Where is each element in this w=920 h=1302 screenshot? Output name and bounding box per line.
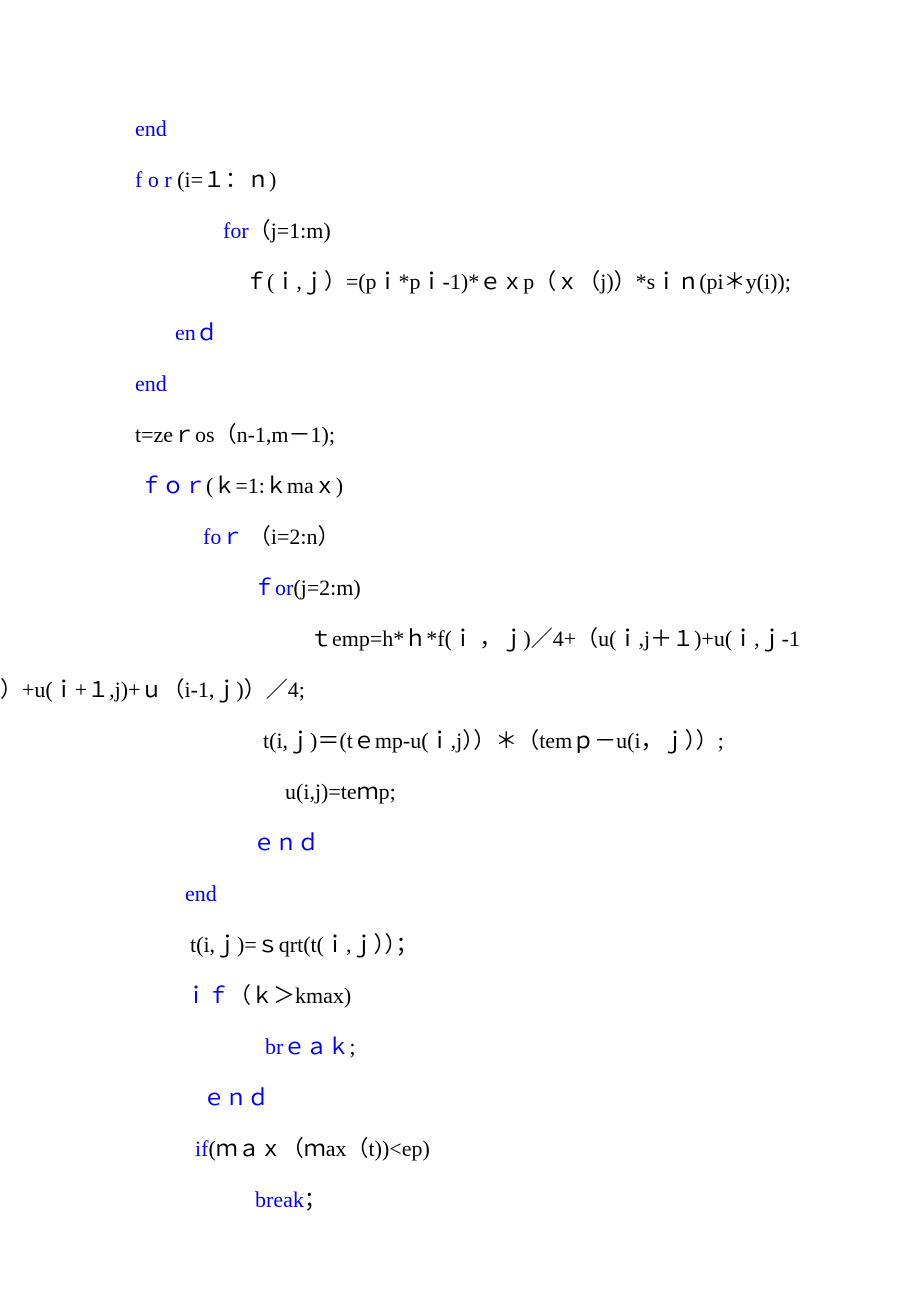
- code-line: end: [135, 118, 785, 140]
- keyword-for: foｒ: [203, 524, 243, 549]
- code-text: （ｋ＞kmax): [229, 983, 351, 1008]
- code-line: ｅｎｄ: [135, 1087, 785, 1109]
- code-line: ｉｆ（ｋ＞kmax): [135, 985, 785, 1007]
- keyword-for: f o r: [135, 167, 172, 192]
- code-line: enｄ: [135, 322, 785, 344]
- keyword-end: ｅｎｄ: [253, 830, 319, 855]
- code-line: u(i,j)=teｍp;: [135, 781, 785, 803]
- code-text: (i=１：ｎ): [172, 167, 277, 192]
- code-text: t=zeｒos（n-1,m－1);: [135, 422, 335, 447]
- code-line: end: [135, 373, 785, 395]
- keyword-for: ｆor: [253, 575, 293, 600]
- code-line: if(ｍａｘ（ｍax（t))<ep): [135, 1138, 785, 1160]
- keyword-for: ｆｏｒ: [140, 473, 206, 498]
- code-line: for（j=1:m): [135, 220, 785, 242]
- code-line: brｅａｋ;: [135, 1036, 785, 1058]
- code-line: ｔemp=h*ｈ*f(ｉ ，ｊ)／4+（u(ｉ,j＋１)+u(ｉ,ｊ-1: [135, 628, 785, 650]
- code-text: (j=2:m): [293, 575, 360, 600]
- code-text: （j=1:m): [249, 218, 331, 243]
- code-line: t(i,ｊ)=ｓqrt(t(ｉ,ｊ））；: [135, 934, 785, 956]
- keyword-end: end: [135, 371, 167, 396]
- code-text: ｔemp=h*ｈ*f(ｉ ，ｊ)／4+（u(ｉ,j＋１)+u(ｉ,ｊ-1: [310, 626, 800, 651]
- keyword-break: break: [255, 1187, 304, 1212]
- code-text: ;: [349, 1034, 355, 1059]
- code-line: foｒ （i=2:n）: [135, 526, 785, 548]
- keyword-if: if: [195, 1136, 208, 1161]
- code-text: u(i,j)=teｍp;: [285, 779, 396, 804]
- code-line: ｆ(ｉ,ｊ）=(pｉ*pｉ-1)*ｅｘp（ｘ（j)）*sｉｎ(pi＊y(i));: [135, 271, 785, 293]
- code-line: ｆｏｒ(ｋ=1:ｋmaｘ): [135, 475, 785, 497]
- keyword-end: enｄ: [175, 320, 218, 345]
- keyword-end: end: [185, 881, 217, 906]
- code-text: t(i,ｊ)＝(tｅmp-u(ｉ,j））＊（temｐ－u(i，ｊ））;: [263, 728, 724, 753]
- code-text: t(i,ｊ)=ｓqrt(t(ｉ,ｊ））；: [190, 932, 418, 957]
- code-line: ｅｎｄ: [135, 832, 785, 854]
- code-line: end: [135, 883, 785, 905]
- code-line: ｆor(j=2:m): [135, 577, 785, 599]
- keyword-for: for: [223, 218, 249, 243]
- keyword-end: ｅｎｄ: [203, 1085, 269, 1110]
- code-text: ｆ(ｉ,ｊ）=(pｉ*pｉ-1)*ｅｘp（ｘ（j)）*sｉｎ(pi＊y(i));: [245, 269, 791, 294]
- code-text: （i=2:n）: [243, 524, 339, 549]
- code-line: break；: [135, 1189, 785, 1211]
- keyword-end: end: [135, 116, 167, 141]
- code-text: (ｍａｘ（ｍax（t))<ep): [208, 1136, 429, 1161]
- keyword-break: brｅａｋ: [265, 1034, 349, 1059]
- code-text: ；: [304, 1187, 326, 1212]
- code-line: t=zeｒos（n-1,m－1);: [135, 424, 785, 446]
- code-text: ）+u(ｉ+１,j)+ｕ（i-1,ｊ)）／4;: [0, 677, 305, 702]
- keyword-if: ｉｆ: [185, 983, 229, 1008]
- code-line: t(i,ｊ)＝(tｅmp-u(ｉ,j））＊（temｐ－u(i，ｊ））;: [135, 730, 785, 752]
- code-line: ）+u(ｉ+１,j)+ｕ（i-1,ｊ)）／4;: [0, 679, 785, 701]
- code-line: f o r (i=１：ｎ): [135, 169, 785, 191]
- code-text: (ｋ=1:ｋmaｘ): [206, 473, 343, 498]
